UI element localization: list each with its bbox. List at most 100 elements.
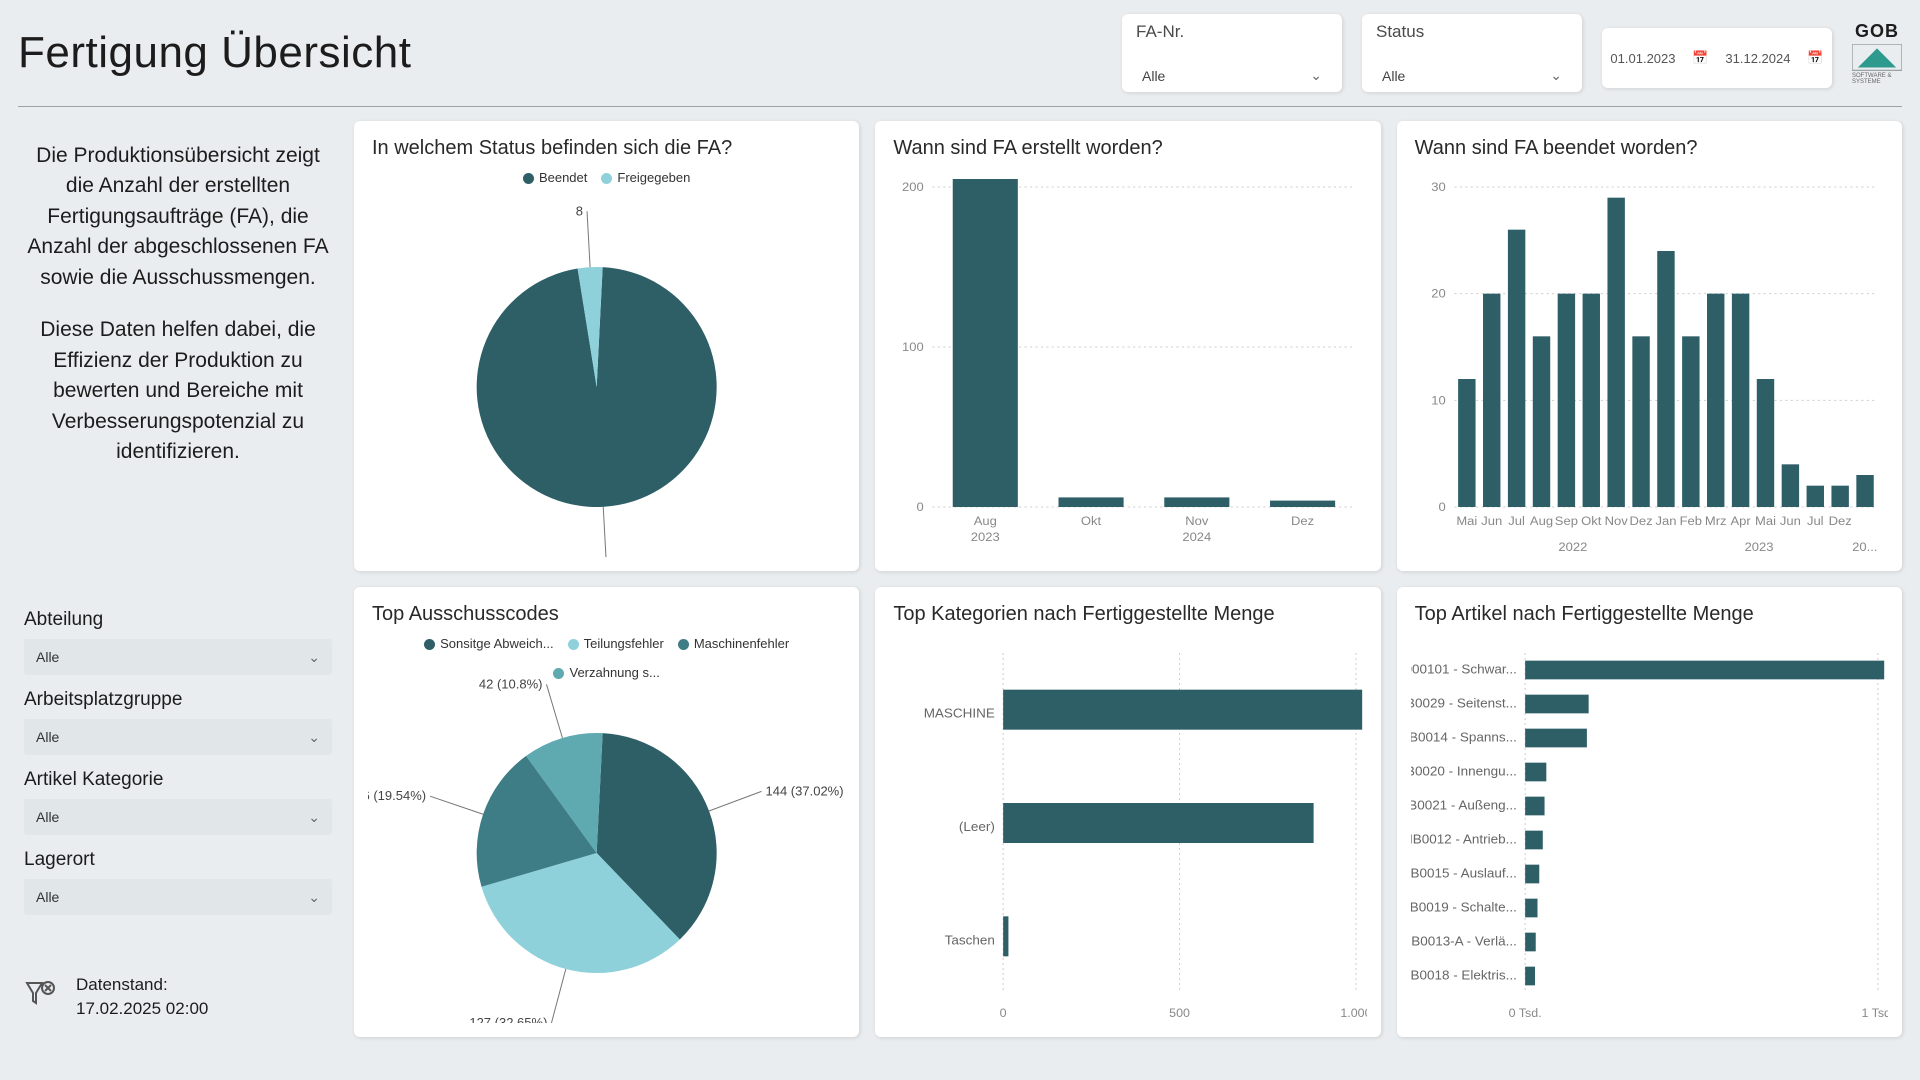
date-range-picker[interactable]: 01.01.2023 📅 31.12.2024 📅 <box>1602 28 1832 88</box>
created-bar-chart[interactable]: 0100200Aug2023OktNov2024Dez <box>889 177 1366 557</box>
data-timestamp: Datenstand: 17.02.2025 02:00 <box>24 949 332 1021</box>
logo-triangle-icon <box>1852 44 1902 70</box>
svg-text:200: 200 <box>902 180 924 193</box>
legend-item: Beendet <box>523 170 587 185</box>
card-title: Wann sind FA beendet worden? <box>1415 137 1884 160</box>
svg-text:30: 30 <box>1431 180 1446 193</box>
svg-text:MB0019 - Schalte...: MB0019 - Schalte... <box>1411 900 1517 915</box>
svg-text:MB0012 - Antrieb...: MB0012 - Antrieb... <box>1411 832 1517 847</box>
svg-text:Mai: Mai <box>1755 514 1776 527</box>
description-p2: Diese Daten helfen dabei, die Effizienz … <box>24 315 332 467</box>
svg-text:1 Tsd.: 1 Tsd. <box>1861 1006 1888 1020</box>
svg-text:Jul: Jul <box>1508 514 1525 527</box>
svg-text:Sep: Sep <box>1554 514 1577 527</box>
logo-text: GOB <box>1855 21 1899 42</box>
svg-text:Dez: Dez <box>1291 514 1314 527</box>
svg-text:MB0029 - Seitenst...: MB0029 - Seitenst... <box>1411 696 1517 711</box>
svg-text:Nov: Nov <box>1186 514 1210 527</box>
header-bar: Fertigung Übersicht FA-Nr. Alle ⌄ Status… <box>18 8 1902 107</box>
svg-text:MB0018 - Elektris...: MB0018 - Elektris... <box>1411 968 1517 983</box>
fa-nr-label: FA-Nr. <box>1136 22 1328 42</box>
svg-text:Mrz: Mrz <box>1705 514 1727 527</box>
svg-text:Jul: Jul <box>1807 514 1824 527</box>
svg-text:MB0015 - Auslauf...: MB0015 - Auslauf... <box>1411 866 1517 881</box>
svg-text:Aug: Aug <box>974 514 997 527</box>
svg-text:500: 500 <box>1169 1006 1190 1020</box>
status-pie-card: In welchem Status befinden sich die FA? … <box>354 121 859 571</box>
svg-text:MB0020 - Innengu...: MB0020 - Innengu... <box>1411 764 1517 779</box>
card-title: In welchem Status befinden sich die FA? <box>372 137 841 160</box>
svg-text:Feb: Feb <box>1679 514 1701 527</box>
abteilung-dropdown[interactable]: Alle ⌄ <box>24 639 332 675</box>
scrap-pie-card: Top Ausschusscodes Sonsitge Abweich... T… <box>354 587 859 1037</box>
page-title: Fertigung Übersicht <box>18 28 1102 78</box>
filter-label: Abteilung <box>24 609 332 631</box>
finished-bar-chart[interactable]: 0102030MaiJunJulAugSepOktNovDezJanFebMrz… <box>1411 177 1888 557</box>
chevron-down-icon: ⌄ <box>308 809 320 826</box>
svg-text:Dez: Dez <box>1828 514 1851 527</box>
card-title: Top Ausschusscodes <box>372 603 841 626</box>
brand-logo: GOB SOFTWARE & SYSTEME <box>1852 21 1902 84</box>
card-title: Top Kategorien nach Fertiggestellte Meng… <box>893 603 1362 626</box>
artikel-dropdown[interactable]: Alle ⌄ <box>24 799 332 835</box>
chevron-down-icon: ⌄ <box>1550 67 1562 84</box>
stamp-value: 17.02.2025 02:00 <box>76 997 208 1021</box>
description-panel: Die Produktionsübersicht zeigt die Anzah… <box>18 121 338 571</box>
svg-text:100: 100 <box>902 340 924 353</box>
svg-text:2022: 2022 <box>1558 540 1587 553</box>
status-pie-chart[interactable]: 232 8 <box>368 197 845 557</box>
svg-text:1.000: 1.000 <box>1341 1006 1367 1020</box>
articles-bar-chart[interactable]: 0 Tsd. 1 Tsd. A000101 - Schwar... MB0029 - … <box>1411 643 1888 1023</box>
status-label: Status <box>1376 22 1568 42</box>
fa-nr-dropdown[interactable]: FA-Nr. Alle ⌄ <box>1122 14 1342 92</box>
svg-text:0 Tsd.: 0 Tsd. <box>1508 1006 1541 1020</box>
legend-item: Maschinenfehler <box>678 636 789 651</box>
status-value: Alle <box>1382 68 1405 84</box>
lagerort-dropdown[interactable]: Alle ⌄ <box>24 879 332 915</box>
svg-text:232: 232 <box>610 555 632 557</box>
svg-text:MB0014 - Spanns...: MB0014 - Spanns... <box>1411 730 1517 745</box>
logo-sub: SOFTWARE & SYSTEME <box>1852 73 1902 85</box>
clear-filter-icon[interactable] <box>24 979 58 1016</box>
svg-text:0: 0 <box>917 500 924 513</box>
arbeitsplatz-dropdown[interactable]: Alle ⌄ <box>24 719 332 755</box>
fa-nr-value: Alle <box>1142 68 1165 84</box>
svg-text:2023: 2023 <box>1744 540 1773 553</box>
svg-text:MASCHINE: MASCHINE <box>924 706 995 721</box>
chevron-down-icon: ⌄ <box>1310 67 1322 84</box>
svg-text:Taschen: Taschen <box>945 933 995 948</box>
svg-text:Jan: Jan <box>1655 514 1676 527</box>
svg-text:Aug: Aug <box>1530 514 1553 527</box>
svg-text:10: 10 <box>1431 394 1446 407</box>
svg-text:Nov: Nov <box>1604 514 1628 527</box>
svg-text:MB0013-A - Verlä...: MB0013-A - Verlä... <box>1411 934 1517 949</box>
svg-text:20...: 20... <box>1852 540 1877 553</box>
date-from: 01.01.2023 <box>1610 51 1675 66</box>
categories-bar-chart[interactable]: 05001.000MASCHINE(Leer)Taschen <box>889 643 1366 1023</box>
svg-text:Jun: Jun <box>1780 514 1801 527</box>
calendar-icon: 📅 <box>1692 50 1708 66</box>
chevron-down-icon: ⌄ <box>308 729 320 746</box>
calendar-icon: 📅 <box>1807 50 1823 66</box>
legend-item: Freigegeben <box>601 170 690 185</box>
svg-text:Mai: Mai <box>1456 514 1477 527</box>
filter-label: Artikel Kategorie <box>24 769 332 791</box>
svg-text:Apr: Apr <box>1730 514 1750 527</box>
svg-text:MB0021 - Außeng...: MB0021 - Außeng... <box>1411 798 1517 813</box>
chevron-down-icon: ⌄ <box>308 889 320 906</box>
svg-text:2023: 2023 <box>971 530 1000 543</box>
svg-text:(Leer): (Leer) <box>959 819 995 834</box>
filters-panel: Abteilung Alle ⌄ Arbeitsplatzgruppe Alle… <box>18 587 338 1037</box>
card-title: Wann sind FA erstellt worden? <box>893 137 1362 160</box>
svg-text:20: 20 <box>1431 287 1446 300</box>
card-title: Top Artikel nach Fertiggestellte Menge <box>1415 603 1884 626</box>
svg-text:Jun: Jun <box>1481 514 1502 527</box>
svg-text:Dez: Dez <box>1629 514 1652 527</box>
filter-label: Arbeitsplatzgruppe <box>24 689 332 711</box>
status-dropdown[interactable]: Status Alle ⌄ <box>1362 14 1582 92</box>
svg-text:A000101 - Schwar...: A000101 - Schwar... <box>1411 662 1517 677</box>
svg-text:Okt: Okt <box>1581 514 1602 527</box>
dashboard-grid: Die Produktionsübersicht zeigt die Anzah… <box>18 121 1902 1037</box>
scrap-pie-chart[interactable]: 144 (37.02%)127 (32.65%)76 (19.54%)42 (1… <box>368 663 845 1023</box>
svg-text:8: 8 <box>576 203 583 218</box>
